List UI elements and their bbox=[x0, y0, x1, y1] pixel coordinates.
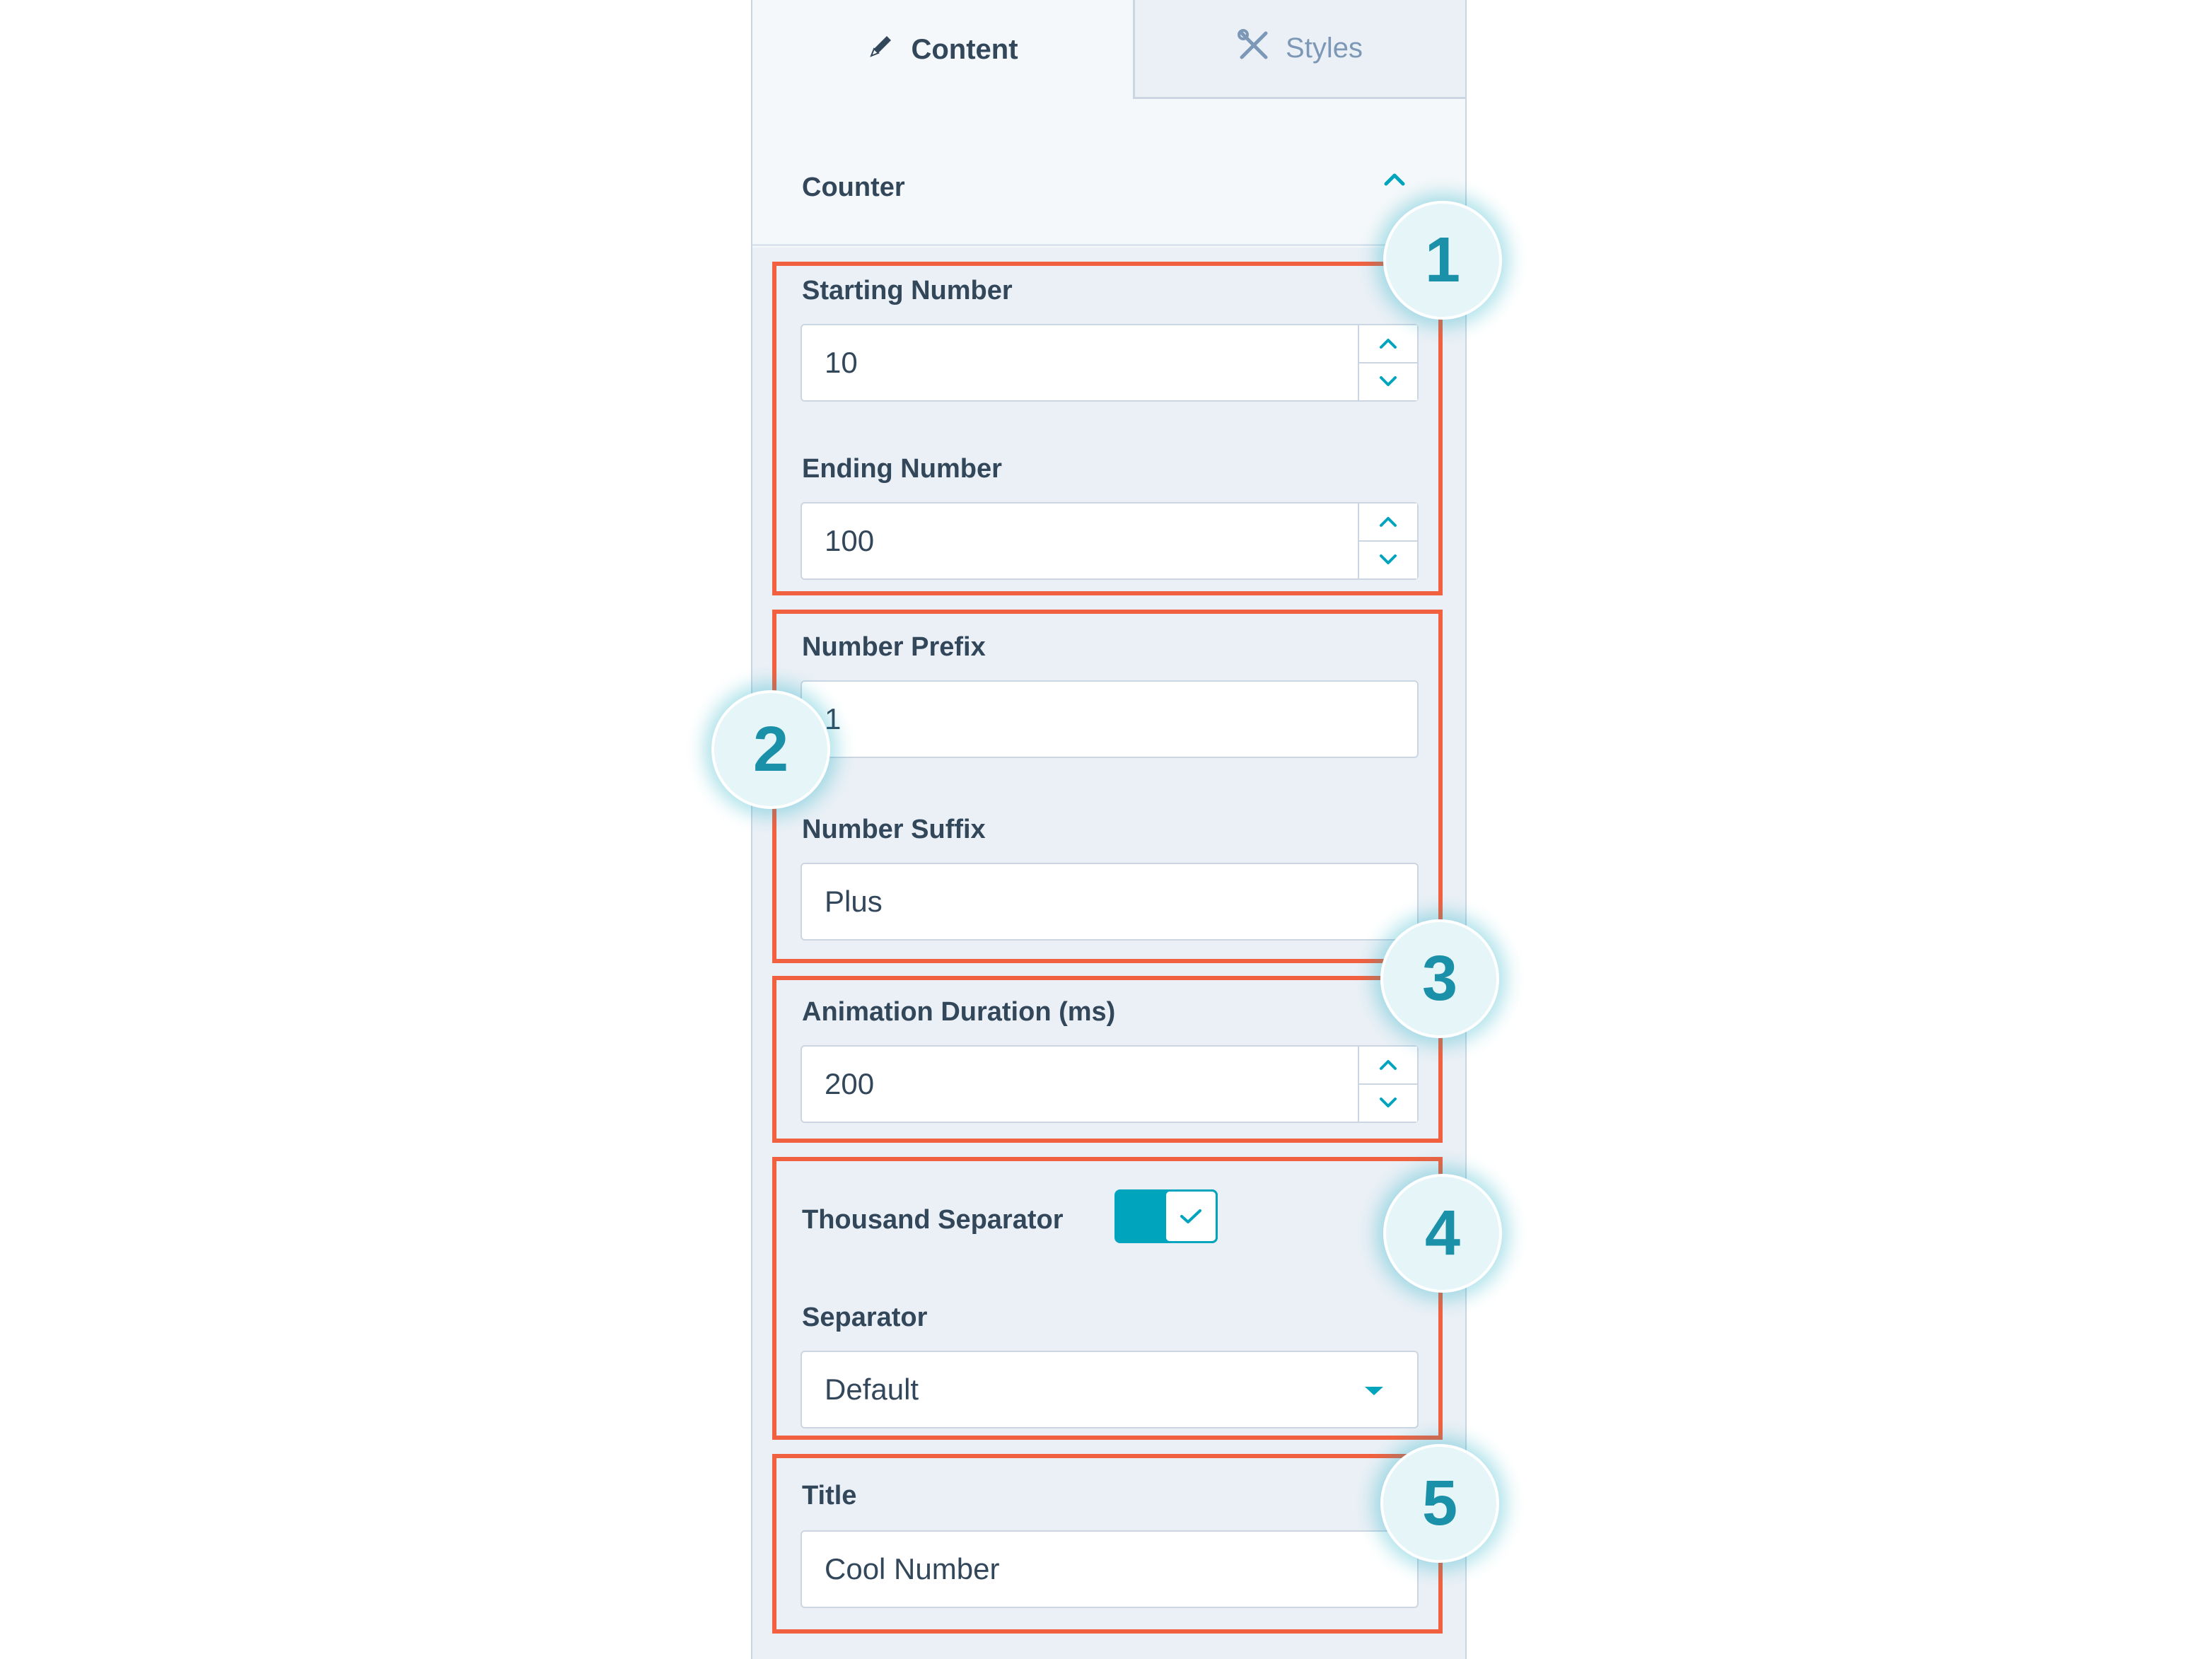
callout-box-4 bbox=[772, 1157, 1443, 1440]
pencil-icon bbox=[867, 32, 895, 67]
tab-content-label: Content bbox=[911, 33, 1018, 65]
counter-section-header[interactable]: Counter bbox=[752, 150, 1465, 246]
callout-badge-4: 4 bbox=[1383, 1174, 1502, 1293]
callout-box-1 bbox=[772, 262, 1443, 595]
callout-box-3 bbox=[772, 976, 1443, 1143]
callout-badge-5: 5 bbox=[1380, 1444, 1499, 1563]
callout-badge-2: 2 bbox=[711, 690, 830, 809]
tab-bar: Content Styles bbox=[752, 0, 1465, 99]
callout-badge-1: 1 bbox=[1383, 201, 1502, 320]
tab-content[interactable]: Content bbox=[752, 0, 1133, 99]
chevron-up-icon[interactable] bbox=[1382, 171, 1407, 192]
tab-styles[interactable]: Styles bbox=[1133, 0, 1465, 99]
section-title: Counter bbox=[802, 173, 905, 202]
callout-box-2 bbox=[772, 610, 1443, 963]
tools-icon bbox=[1238, 28, 1270, 69]
callout-badge-3: 3 bbox=[1380, 919, 1499, 1038]
tab-styles-label: Styles bbox=[1286, 33, 1363, 64]
callout-box-5 bbox=[772, 1454, 1443, 1634]
